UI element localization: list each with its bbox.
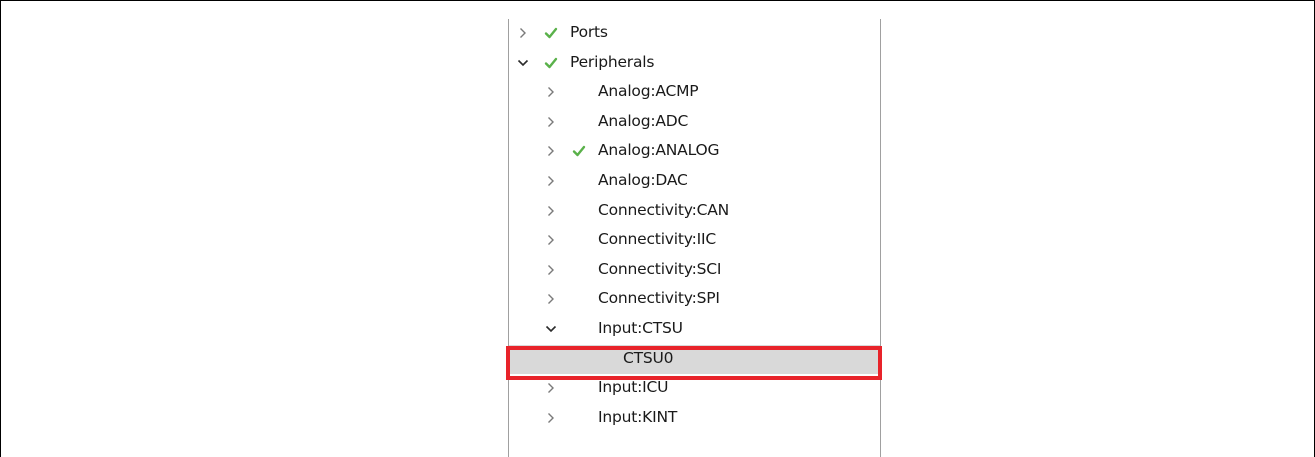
tree-item-label: Analog:ACMP [598, 82, 699, 101]
selected-row-background [509, 344, 880, 374]
tree-item-label: Ports [570, 23, 608, 41]
check-icon [543, 55, 559, 71]
chevron-right-icon[interactable] [515, 25, 531, 41]
tree-item-analog-analog[interactable]: Analog:ANALOG [509, 137, 880, 166]
chevron-down-icon[interactable] [543, 321, 559, 337]
tree-item-connectivity-spi[interactable]: Connectivity:SPI [509, 285, 880, 314]
tree-item-label: Connectivity:CAN [598, 200, 730, 219]
chevron-right-icon[interactable] [543, 84, 559, 100]
tree-item-connectivity-can[interactable]: Connectivity:CAN [509, 197, 880, 226]
tree-item-label: CTSU0 [623, 348, 674, 367]
tree-item-label: Analog:ADC [598, 111, 689, 130]
tree-item-input-kint[interactable]: Input:KINT [509, 404, 880, 433]
tree-item-connectivity-sci[interactable]: Connectivity:SCI [509, 256, 880, 285]
tree-item-label: Input:ICU [598, 378, 669, 397]
tree-item-label: Connectivity:SCI [598, 259, 722, 278]
row-background [509, 404, 880, 433]
tree-item-input-ctsu[interactable]: Input:CTSU [509, 315, 880, 344]
chevron-right-icon[interactable] [543, 143, 559, 159]
chevron-right-icon[interactable] [543, 410, 559, 426]
chevron-right-icon[interactable] [543, 173, 559, 189]
chevron-down-icon[interactable] [515, 55, 531, 71]
chevron-right-icon[interactable] [543, 262, 559, 278]
row-background [509, 49, 880, 78]
row-background [509, 315, 880, 344]
tree-item-connectivity-iic[interactable]: Connectivity:IIC [509, 226, 880, 255]
tree-item-analog-adc[interactable]: Analog:ADC [509, 108, 880, 137]
tree-item-label: Connectivity:SPI [598, 289, 720, 308]
tree-item-analog-dac[interactable]: Analog:DAC [509, 167, 880, 196]
chevron-right-icon[interactable] [543, 232, 559, 248]
row-background [509, 374, 880, 403]
tree-item-analog-acmp[interactable]: Analog:ACMP [509, 78, 880, 107]
chevron-right-icon[interactable] [543, 291, 559, 307]
check-icon [543, 25, 559, 41]
tree-item-label: Connectivity:IIC [598, 230, 716, 249]
chevron-right-icon[interactable] [543, 114, 559, 130]
component-tree-panel: Ports Peripherals Analog:ACMP Analog:ADC Ana… [508, 19, 881, 457]
tree-item-ctsu0[interactable]: CTSU0 [509, 344, 880, 374]
tree-item-peripherals[interactable]: Peripherals [509, 49, 880, 78]
tree-item-label: Input:KINT [598, 407, 678, 426]
row-background [509, 108, 880, 137]
tree-item-label: Input:CTSU [598, 319, 683, 337]
tree-item-label: Peripherals [570, 52, 655, 71]
row-background [509, 19, 880, 48]
tree-item-label: Analog:ANALOG [598, 141, 720, 160]
tree-item-label: Analog:DAC [598, 171, 688, 189]
tree-item-ports[interactable]: Ports [509, 19, 880, 48]
chevron-right-icon[interactable] [543, 380, 559, 396]
check-icon [571, 143, 587, 159]
chevron-right-icon[interactable] [543, 203, 559, 219]
tree-item-input-icu[interactable]: Input:ICU [509, 374, 880, 403]
row-background [509, 167, 880, 196]
